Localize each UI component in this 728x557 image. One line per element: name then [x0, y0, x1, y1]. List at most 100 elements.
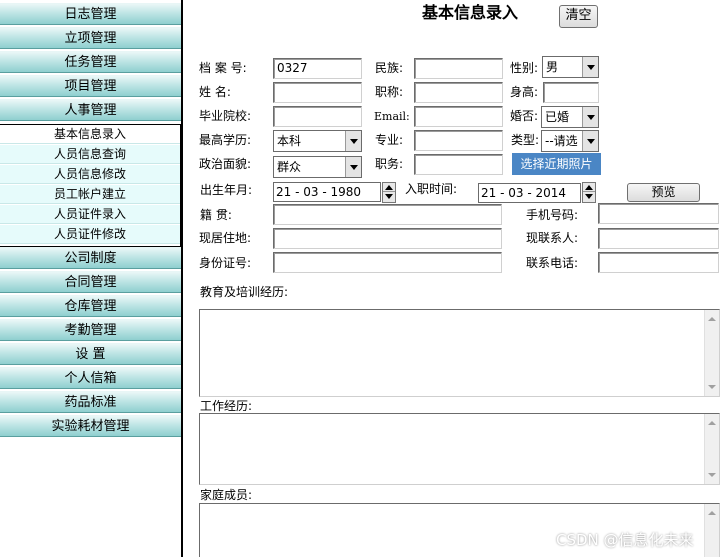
archive-no-input[interactable]: 0327	[273, 58, 362, 79]
education-history-scrollbar[interactable]	[704, 310, 719, 396]
chevron-down-icon[interactable]	[345, 157, 361, 177]
submenu-staff-edit[interactable]: 人员信息修改	[0, 165, 180, 184]
education-history-textarea[interactable]	[199, 309, 720, 397]
ethnicity-input[interactable]	[414, 58, 503, 79]
label-mobile: 手机号码:	[526, 208, 579, 222]
label-id-no: 身份证号:	[199, 256, 252, 270]
label-address: 现居住地:	[199, 231, 252, 245]
birth-date-spinner[interactable]	[382, 182, 396, 203]
job-title-input[interactable]	[414, 82, 503, 103]
education-select[interactable]: 本科	[273, 130, 362, 152]
preview-button[interactable]: 预览	[627, 183, 700, 202]
nav-mailbox[interactable]: 个人信箱	[0, 367, 181, 389]
arrow-up-icon[interactable]	[583, 183, 595, 192]
chevron-down-icon[interactable]	[582, 57, 598, 77]
label-ethnicity: 民族:	[375, 61, 404, 75]
height-input[interactable]	[543, 82, 599, 103]
label-email: Email:	[374, 110, 410, 123]
sidebar-divider	[181, 0, 183, 557]
type-value: --请选	[545, 134, 578, 148]
nav-attendance[interactable]: 考勤管理	[0, 319, 181, 341]
address-input[interactable]	[273, 228, 502, 249]
work-history-textarea[interactable]	[199, 413, 720, 485]
chevron-down-icon[interactable]	[582, 107, 598, 127]
nav-lab-supplies[interactable]: 实验耗材管理	[0, 415, 181, 437]
submenu-cert-entry[interactable]: 人员证件录入	[0, 205, 180, 224]
label-birth-date: 出生年月:	[200, 183, 253, 197]
choose-photo-button[interactable]: 选择近期照片	[512, 153, 601, 175]
label-native-place: 籍 贯:	[200, 208, 232, 222]
label-hire-date: 入职时间:	[405, 182, 458, 196]
marital-select[interactable]: 已婚	[541, 106, 599, 128]
label-position: 职务:	[375, 157, 404, 171]
nav-contracts[interactable]: 合同管理	[0, 271, 181, 293]
arrow-down-icon[interactable]	[383, 192, 395, 201]
label-type: 类型:	[511, 133, 540, 147]
mobile-input[interactable]	[598, 203, 719, 224]
nav-log[interactable]: 日志管理	[0, 3, 181, 25]
submenu-account-create[interactable]: 员工帐户建立	[0, 185, 180, 204]
politics-value: 群众	[277, 160, 302, 174]
label-height: 身高:	[510, 85, 539, 99]
contact-phone-input[interactable]	[598, 252, 719, 273]
label-archive-no: 档 案 号:	[199, 61, 247, 75]
hire-date-input[interactable]: 21 - 03 - 2014	[478, 183, 581, 203]
work-history-scrollbar[interactable]	[704, 414, 719, 484]
birth-date-input[interactable]: 21 - 03 - 1980	[273, 182, 381, 202]
major-input[interactable]	[414, 130, 503, 151]
scroll-up-icon[interactable]	[708, 511, 716, 515]
label-school: 毕业院校:	[199, 109, 252, 123]
school-input[interactable]	[273, 106, 362, 127]
watermark: CSDN @信息化未来	[556, 531, 694, 549]
education-value: 本科	[277, 134, 302, 148]
name-input[interactable]	[273, 82, 362, 103]
label-job-title: 职称:	[375, 85, 404, 99]
politics-select[interactable]: 群众	[273, 156, 362, 178]
clear-button[interactable]: 清空	[559, 5, 598, 28]
label-contact-person: 现联系人:	[526, 231, 579, 245]
nav-company-rules[interactable]: 公司制度	[0, 247, 181, 269]
position-input[interactable]	[414, 154, 503, 175]
arrow-up-icon[interactable]	[383, 183, 395, 192]
hire-date-spinner[interactable]	[582, 182, 596, 203]
gender-value: 男	[546, 60, 559, 74]
native-place-input[interactable]	[273, 204, 502, 225]
nav-drug-standards[interactable]: 药品标准	[0, 391, 181, 413]
label-major: 专业:	[375, 133, 404, 147]
scroll-down-icon[interactable]	[708, 473, 716, 477]
arrow-down-icon[interactable]	[583, 192, 595, 201]
nav-tasks[interactable]: 任务管理	[0, 51, 181, 73]
submenu-cert-edit[interactable]: 人员证件修改	[0, 225, 180, 244]
contact-person-input[interactable]	[598, 228, 719, 249]
chevron-down-icon[interactable]	[345, 131, 361, 151]
label-work-history: 工作经历:	[200, 399, 253, 413]
personnel-submenu: 基本信息录入 人员信息查询 人员信息修改 员工帐户建立 人员证件录入 人员证件修…	[0, 124, 181, 247]
label-education: 最高学历:	[199, 133, 252, 147]
label-name: 姓 名:	[199, 85, 231, 99]
sidebar: 日志管理 立项管理 任务管理 项目管理 人事管理 基本信息录入 人员信息查询 人…	[0, 0, 181, 557]
nav-personnel[interactable]: 人事管理	[0, 99, 181, 121]
label-marital: 婚否:	[510, 109, 539, 123]
label-politics: 政治面貌:	[199, 157, 252, 171]
label-gender: 性别:	[510, 61, 539, 75]
submenu-staff-query[interactable]: 人员信息查询	[0, 145, 180, 164]
nav-project-setup[interactable]: 立项管理	[0, 27, 181, 49]
page-title: 基本信息录入	[422, 3, 519, 22]
nav-warehouse[interactable]: 仓库管理	[0, 295, 181, 317]
type-select[interactable]: --请选	[541, 130, 599, 152]
email-input[interactable]	[414, 106, 503, 127]
marital-value: 已婚	[545, 110, 570, 124]
gender-select[interactable]: 男	[542, 56, 599, 78]
scroll-down-icon[interactable]	[708, 385, 716, 389]
submenu-basic-info-entry[interactable]: 基本信息录入	[0, 125, 180, 144]
scroll-up-icon[interactable]	[708, 317, 716, 321]
family-scrollbar[interactable]	[704, 504, 719, 557]
label-family: 家庭成员:	[200, 488, 253, 502]
id-no-input[interactable]	[273, 252, 502, 273]
label-contact-phone: 联系电话:	[526, 256, 579, 270]
nav-settings[interactable]: 设 置	[0, 343, 181, 365]
nav-projects[interactable]: 项目管理	[0, 75, 181, 97]
chevron-down-icon[interactable]	[582, 131, 598, 151]
label-education-history: 教育及培训经历:	[200, 285, 289, 299]
scroll-up-icon[interactable]	[708, 421, 716, 425]
